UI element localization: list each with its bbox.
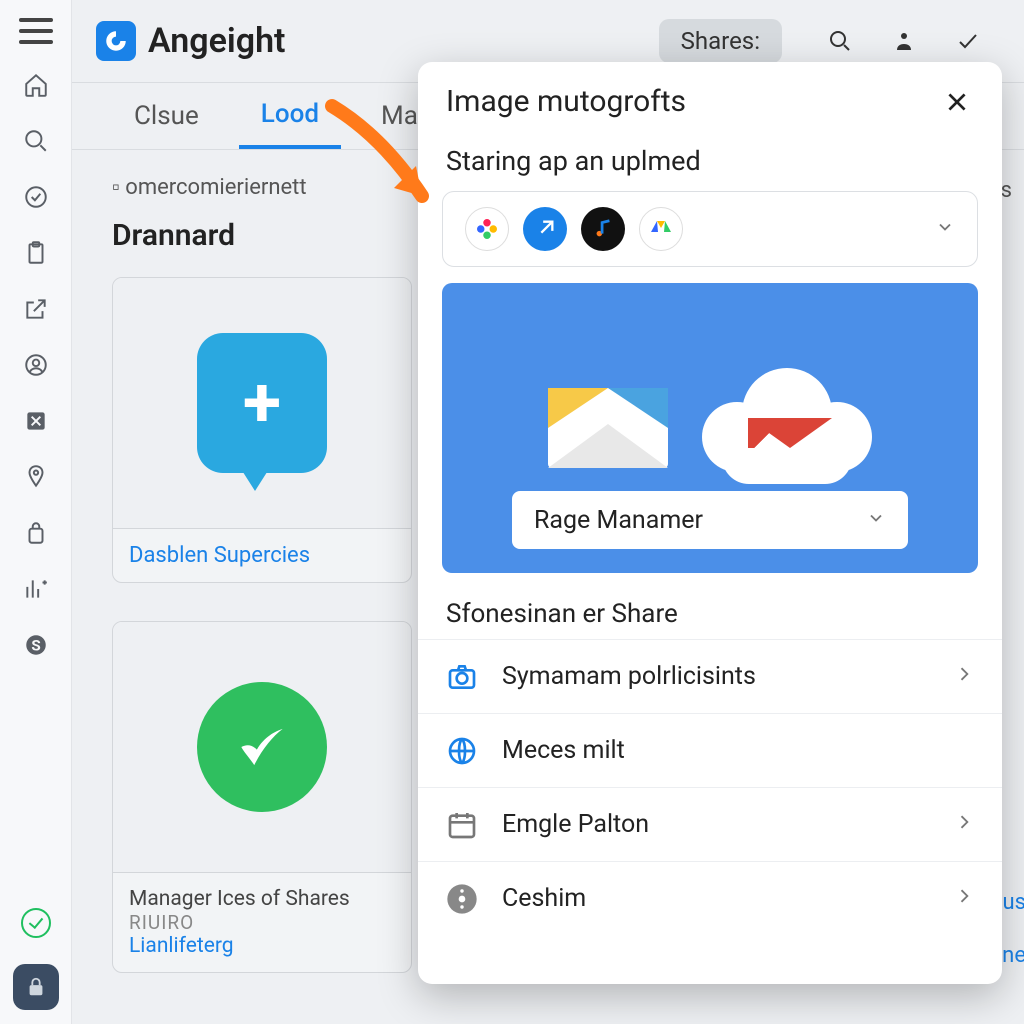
manager-select[interactable]: Rage Manamer	[512, 491, 908, 549]
chevron-right-icon	[954, 810, 974, 839]
drive-app-icon	[639, 207, 683, 251]
close-icon[interactable]	[940, 85, 974, 119]
row-label: Meces milt	[502, 736, 625, 765]
row-ceshim[interactable]: Ceshim	[418, 861, 1002, 935]
app-selector[interactable]	[442, 191, 978, 267]
share-section-heading: Sfonesinan er Share	[418, 573, 1002, 639]
cloud-mail-icon	[702, 368, 872, 488]
photos-app-icon	[465, 207, 509, 251]
chevron-down-icon	[935, 217, 955, 241]
manager-select-label: Rage Manamer	[534, 506, 703, 535]
row-label: Ceshim	[502, 884, 586, 913]
row-meces[interactable]: Meces milt	[418, 713, 1002, 787]
row-emgle[interactable]: Emgle Palton	[418, 787, 1002, 861]
music-app-icon	[581, 207, 625, 251]
globe-icon	[446, 735, 478, 767]
modal-subheading: Staring ap an uplmed	[418, 127, 1002, 191]
mail-icon	[548, 388, 668, 468]
modal-title: Image mutogrofts	[446, 84, 686, 119]
hero-panel: Rage Manamer	[442, 283, 978, 573]
info-icon	[446, 883, 478, 915]
chevron-right-icon	[954, 662, 974, 691]
image-modal: Image mutogrofts Staring ap an uplmed Ra…	[418, 62, 1002, 984]
chevron-right-icon	[954, 884, 974, 913]
chevron-down-icon	[866, 506, 886, 535]
link-app-icon	[523, 207, 567, 251]
row-label: Emgle Palton	[502, 810, 649, 839]
row-symamam[interactable]: Symamam polrlicisints	[418, 639, 1002, 713]
calendar-icon	[446, 809, 478, 841]
row-label: Symamam polrlicisints	[502, 662, 756, 691]
camera-icon	[446, 661, 478, 693]
